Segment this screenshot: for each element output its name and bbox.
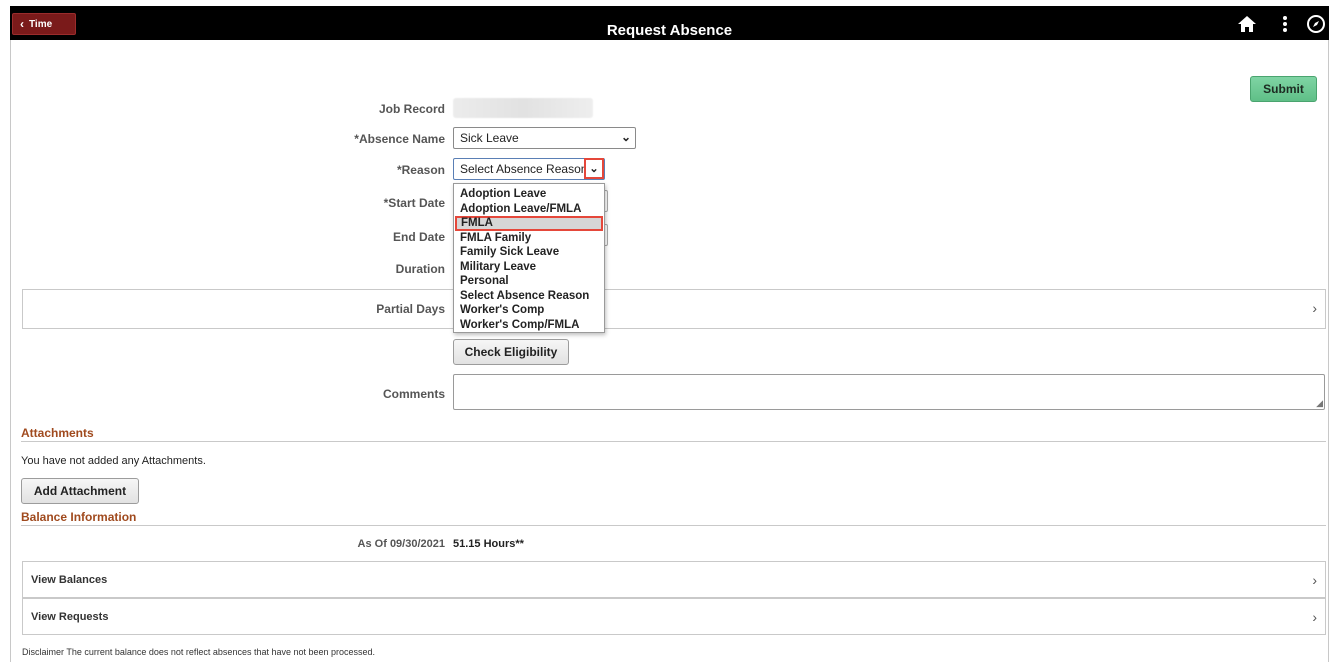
chevron-down-icon: ⌄ bbox=[620, 130, 631, 144]
disclaimer-text: Disclaimer The current balance does not … bbox=[22, 647, 376, 657]
chevron-down-icon: ⌄ bbox=[589, 163, 599, 175]
section-divider bbox=[21, 525, 1326, 526]
absence-name-label: *Absence Name bbox=[354, 132, 445, 146]
view-balances-row[interactable]: View Balances › bbox=[22, 561, 1326, 598]
resize-grip-icon[interactable]: ◢ bbox=[1316, 398, 1323, 409]
comments-textarea[interactable]: ◢ bbox=[453, 374, 1325, 410]
view-requests-label: View Requests bbox=[31, 611, 109, 623]
chevron-right-icon: › bbox=[1312, 572, 1317, 588]
partial-days-label: Partial Days bbox=[376, 302, 445, 316]
reason-label: *Reason bbox=[396, 163, 445, 177]
job-record-label: Job Record bbox=[378, 102, 445, 116]
page-title: Request Absence bbox=[606, 22, 733, 39]
back-button[interactable]: ‹ Time bbox=[12, 13, 76, 35]
chevron-left-icon: ‹ bbox=[20, 17, 24, 31]
end-date-label: End Date bbox=[392, 230, 445, 244]
reason-option[interactable]: Adoption Leave/FMLA bbox=[454, 202, 604, 217]
absence-name-select[interactable]: Sick Leave ⌄ bbox=[453, 127, 636, 149]
partial-days-row[interactable]: › bbox=[22, 289, 1326, 329]
reason-dropdown-list[interactable]: Adoption Leave Adoption Leave/FMLA FMLA … bbox=[453, 183, 605, 333]
reason-option[interactable]: Worker's Comp/FMLA bbox=[454, 318, 604, 333]
absence-name-value: Sick Leave bbox=[460, 131, 519, 145]
reason-option[interactable]: Military Leave bbox=[454, 260, 604, 275]
banner: Request Absence bbox=[10, 6, 1329, 40]
attachments-empty-text: You have not added any Attachments. bbox=[21, 455, 206, 467]
reason-option[interactable]: Select Absence Reason bbox=[454, 289, 604, 304]
reason-option[interactable]: FMLA Family bbox=[454, 231, 604, 246]
more-options-icon[interactable] bbox=[1275, 14, 1295, 34]
reason-option-fmla-highlighted[interactable]: FMLA bbox=[455, 216, 603, 231]
navbar-compass-icon[interactable] bbox=[1306, 14, 1326, 34]
reason-option[interactable]: Family Sick Leave bbox=[454, 245, 604, 260]
duration-label: Duration bbox=[395, 262, 445, 276]
attachments-section-title: Attachments bbox=[21, 426, 94, 440]
reason-value: Select Absence Reason bbox=[460, 162, 588, 176]
reason-option[interactable]: Adoption Leave bbox=[454, 187, 604, 202]
chevron-right-icon: › bbox=[1312, 300, 1317, 316]
job-record-value bbox=[453, 98, 593, 118]
reason-select[interactable]: Select Absence Reason bbox=[453, 158, 605, 180]
submit-button[interactable]: Submit bbox=[1250, 76, 1317, 102]
reason-option[interactable]: Worker's Comp bbox=[454, 303, 604, 318]
comments-label: Comments bbox=[382, 387, 445, 401]
view-requests-row[interactable]: View Requests › bbox=[22, 598, 1326, 635]
balance-hours-value: 51.15 Hours** bbox=[453, 538, 524, 550]
reason-dropdown-toggle[interactable]: ⌄ bbox=[584, 158, 604, 179]
balance-section-title: Balance Information bbox=[21, 510, 137, 524]
add-attachment-button[interactable]: Add Attachment bbox=[21, 478, 139, 504]
back-button-label: Time bbox=[29, 18, 53, 30]
view-balances-label: View Balances bbox=[31, 574, 108, 586]
section-divider bbox=[21, 441, 1326, 442]
home-icon[interactable] bbox=[1237, 14, 1257, 34]
balance-as-of-label: As Of 09/30/2021 bbox=[357, 538, 445, 550]
start-date-label: *Start Date bbox=[383, 196, 445, 210]
check-eligibility-button[interactable]: Check Eligibility bbox=[453, 339, 569, 365]
reason-option[interactable]: Personal bbox=[454, 274, 604, 289]
chevron-right-icon: › bbox=[1312, 609, 1317, 625]
